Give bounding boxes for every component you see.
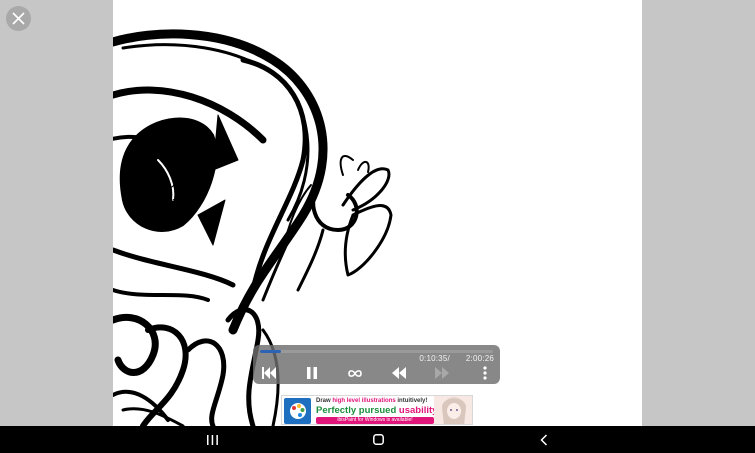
- skip-to-start-button[interactable]: [260, 364, 278, 382]
- ad-tagline: Perfectly pursued usability!: [316, 405, 441, 416]
- close-button[interactable]: [6, 6, 31, 31]
- skip-to-start-icon: [262, 367, 276, 379]
- more-options-icon: [483, 366, 487, 380]
- palette-icon: [289, 403, 306, 419]
- ad-headline: Draw high level illustrations intuitivel…: [316, 398, 427, 404]
- ad-callout: ibisPaint for Windows is available!: [316, 417, 434, 424]
- ad-text: Draw: [316, 398, 333, 404]
- progress-bar[interactable]: [260, 350, 493, 353]
- recent-apps-button[interactable]: [200, 431, 224, 448]
- total-time: 2:00:26: [465, 354, 494, 363]
- back-button[interactable]: [532, 431, 556, 448]
- fast-forward-icon: [435, 367, 449, 379]
- elapsed-time: 0:10:35/: [419, 354, 450, 363]
- time-readout: 0:10:35/2:00:26: [419, 354, 494, 363]
- ibispaint-logo: [284, 398, 311, 424]
- rewind-button[interactable]: [390, 364, 408, 382]
- pause-icon: [307, 367, 317, 379]
- ad-highlight: high level illustrations: [332, 398, 396, 404]
- ad-tagline-text: Perfectly pursued: [316, 405, 399, 416]
- loop-button[interactable]: [345, 364, 365, 382]
- pause-button[interactable]: [303, 364, 321, 382]
- ad-banner[interactable]: Draw high level illustrations intuitivel…: [281, 395, 473, 425]
- close-icon: [12, 12, 25, 25]
- ad-text: intuitively!: [395, 398, 428, 404]
- more-options-button[interactable]: [478, 364, 492, 382]
- progress-fill: [260, 350, 281, 353]
- playback-controller: 0:10:35/2:00:26: [253, 345, 500, 384]
- back-icon: [540, 433, 548, 446]
- rewind-icon: [392, 367, 406, 379]
- system-navigation-bar: [0, 426, 755, 453]
- home-button[interactable]: [366, 431, 390, 448]
- fast-forward-button[interactable]: [433, 364, 451, 382]
- ad-character-illustration: [434, 396, 472, 424]
- recent-apps-icon: [206, 434, 218, 445]
- loop-infinity-icon: [348, 369, 362, 377]
- home-icon: [372, 434, 384, 445]
